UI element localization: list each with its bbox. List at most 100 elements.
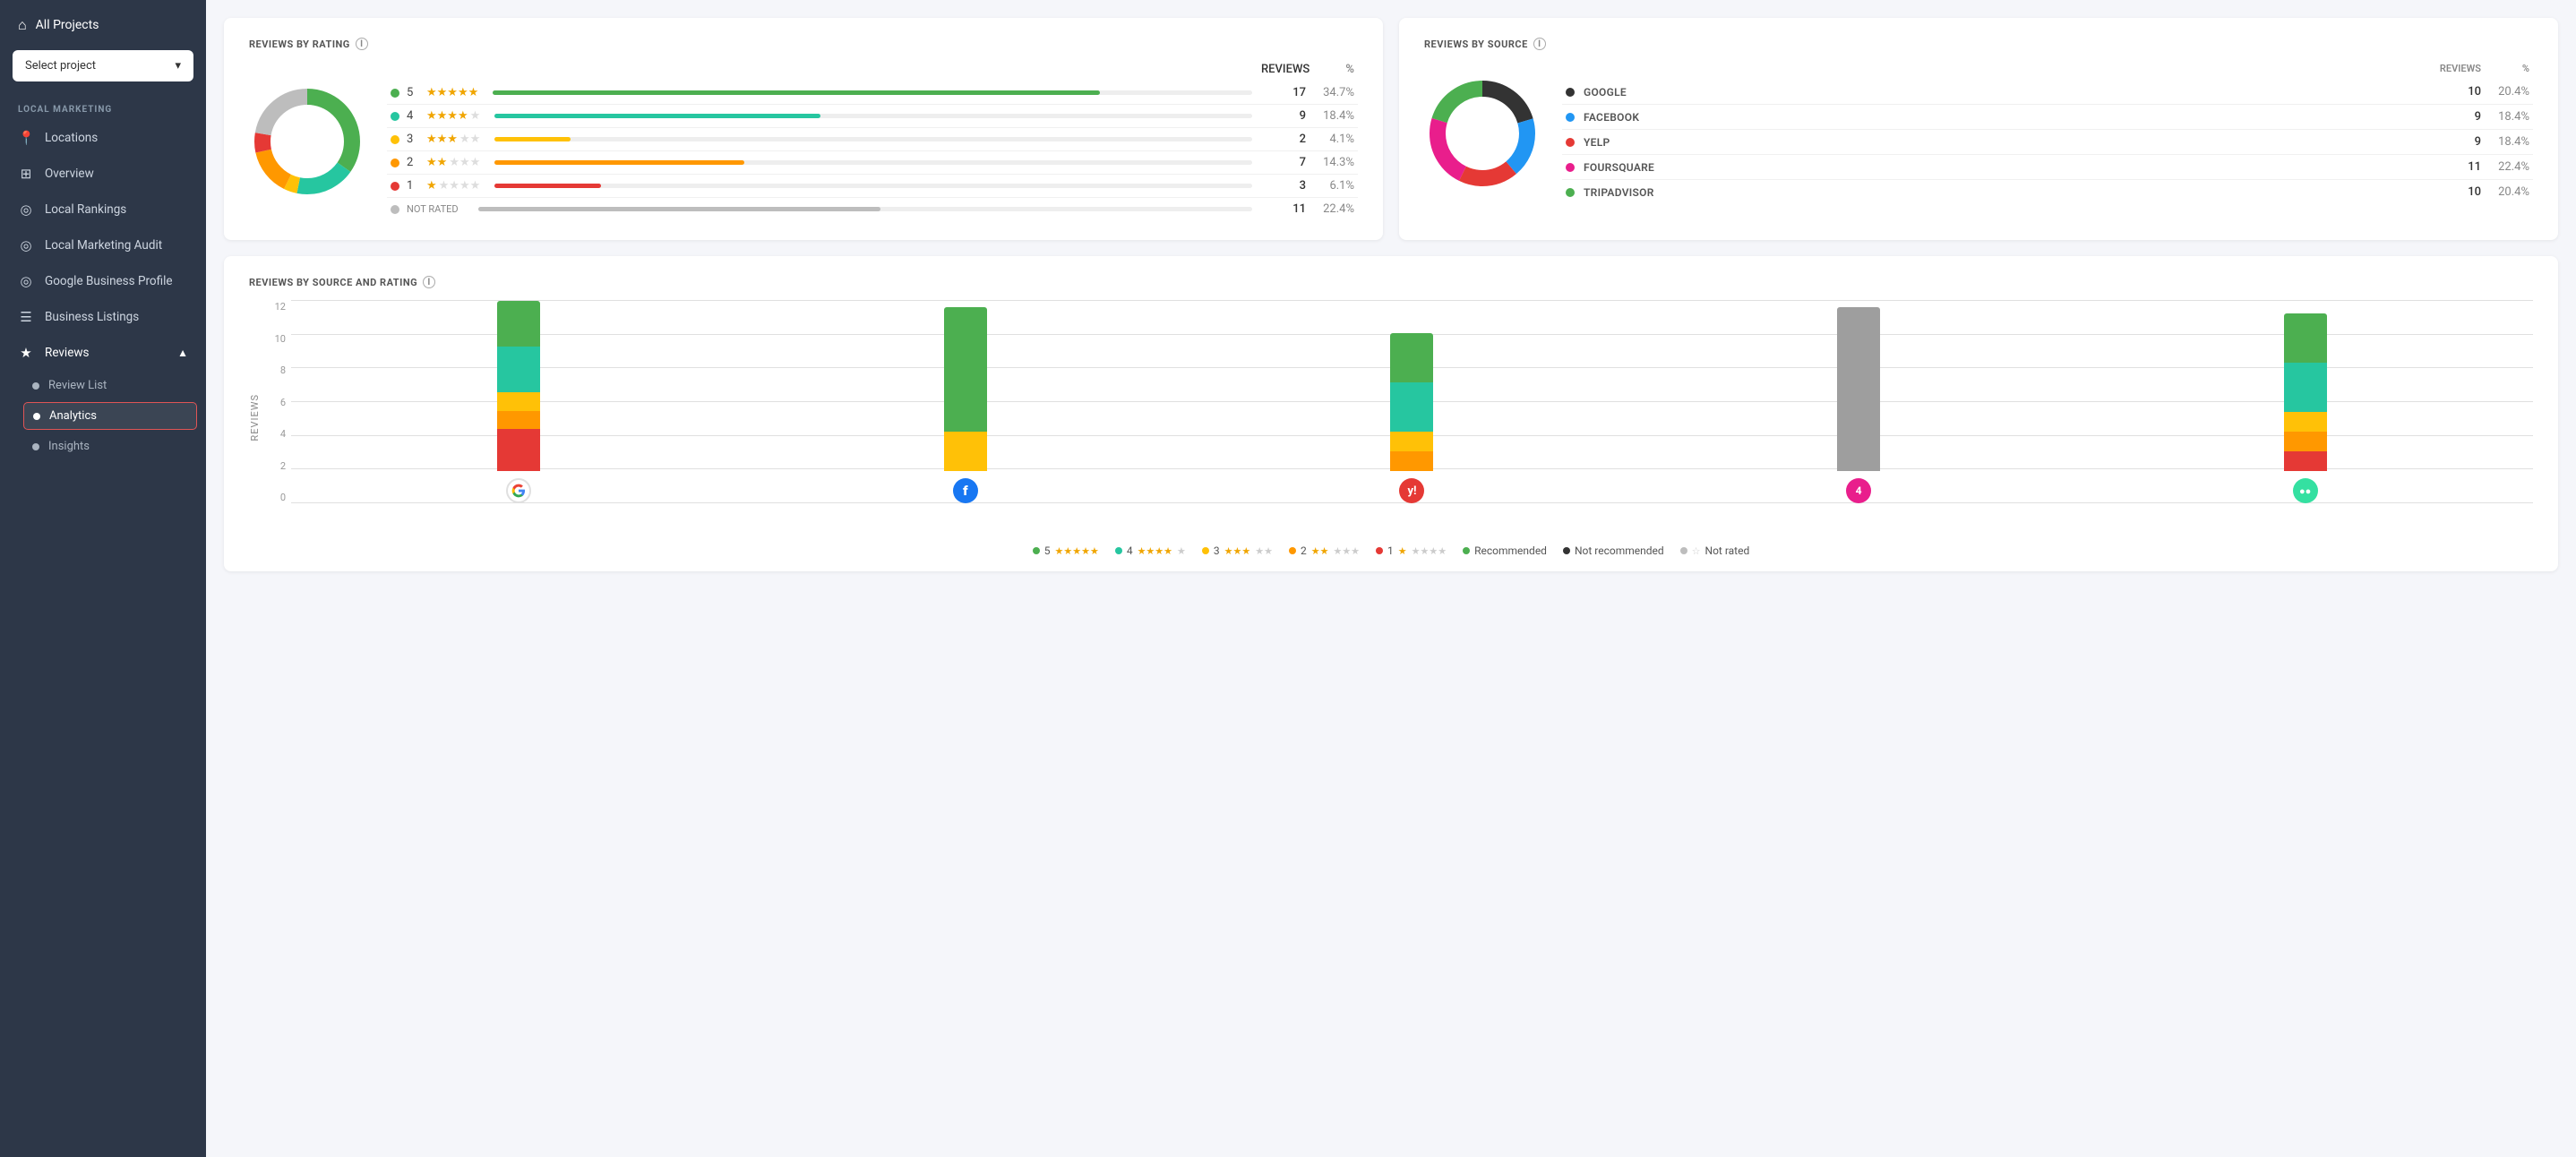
legend-3star-dot bbox=[1202, 547, 1209, 554]
source-donut-chart bbox=[1424, 75, 1541, 192]
sidebar-item-reviews[interactable]: ★ Reviews ▲ bbox=[0, 335, 206, 371]
source-row-facebook: FACEBOOK 9 18.4% bbox=[1562, 105, 2533, 130]
top-cards-row: REVIEWS BY RATING i bbox=[206, 0, 2576, 240]
sidebar-item-locations[interactable]: 📍 Locations bbox=[0, 120, 206, 156]
legend-not-recommended-label: Not recommended bbox=[1575, 544, 1664, 557]
source-donut-svg bbox=[1424, 75, 1541, 192]
source-col-pct-header: % bbox=[2481, 63, 2529, 74]
reviews-by-source-rating-info-icon[interactable]: i bbox=[423, 276, 435, 288]
rating-col-pct-header: % bbox=[1306, 63, 1354, 76]
legend-5star-label: 5 bbox=[1044, 544, 1051, 557]
reviews-by-rating-title: REVIEWS BY RATING i bbox=[249, 38, 1358, 50]
reviews-by-rating-info-icon[interactable]: i bbox=[356, 38, 368, 50]
project-select[interactable]: Select project ▾ bbox=[13, 50, 193, 81]
local-rankings-icon: ◎ bbox=[18, 201, 34, 218]
rating-donut-chart bbox=[249, 83, 365, 200]
yelp-4star-segment bbox=[1390, 382, 1433, 432]
business-listings-icon: ☰ bbox=[18, 309, 34, 325]
facebook-dot bbox=[1566, 113, 1575, 122]
foursquare-stacked-bar bbox=[1837, 307, 1880, 471]
sidebar-item-business-listings[interactable]: ☰ Business Listings bbox=[0, 299, 206, 335]
reviews-by-source-title: REVIEWS BY SOURCE i bbox=[1424, 38, 2533, 50]
legend-1star: 1 ★★★★★ bbox=[1376, 544, 1447, 557]
sidebar-subitem-analytics[interactable]: Analytics bbox=[23, 402, 197, 430]
legend-recommended-dot bbox=[1463, 547, 1470, 554]
tripadvisor-dot bbox=[1566, 188, 1575, 197]
local-marketing-section-label: LOCAL MARKETING bbox=[0, 96, 206, 120]
google-bar-icon bbox=[506, 478, 531, 503]
bar-yelp: y! bbox=[1202, 301, 1622, 503]
rating-1-dot bbox=[391, 182, 399, 191]
sidebar-subitem-insights[interactable]: Insights bbox=[0, 432, 206, 461]
tripadvisor-3star-segment bbox=[2284, 412, 2327, 432]
chart-wrapper: REVIEWS 0 2 4 6 8 10 12 bbox=[249, 301, 2533, 534]
reviews-by-source-info-icon[interactable]: i bbox=[1533, 38, 1546, 50]
sidebar-item-google-business-profile[interactable]: ◎ Google Business Profile bbox=[0, 263, 206, 299]
chevron-down-icon: ▾ bbox=[175, 59, 181, 73]
chart-legend: 5 ★★★★★ 4 ★★★★★ 3 ★★★★★ 2 ★★★★★ 1 ★★ bbox=[249, 544, 2533, 557]
all-projects-label: All Projects bbox=[36, 18, 99, 32]
rating-row-5: 5 ★★★★★ 17 34.7% bbox=[387, 81, 1358, 105]
facebook-5star-segment bbox=[944, 307, 987, 432]
locations-label: Locations bbox=[45, 131, 98, 145]
legend-1star-label: 1 bbox=[1387, 544, 1394, 557]
y-axis-label-wrap: REVIEWS bbox=[249, 301, 264, 534]
sidebar-item-local-marketing-audit[interactable]: ◎ Local Marketing Audit bbox=[0, 227, 206, 263]
google-stacked-bar bbox=[497, 301, 540, 471]
foursquare-dot bbox=[1566, 163, 1575, 172]
tripadvisor-1star-segment bbox=[2284, 451, 2327, 471]
reviews-by-rating-card: REVIEWS BY RATING i bbox=[224, 18, 1383, 240]
legend-recommended: Recommended bbox=[1463, 544, 1547, 557]
legend-not-rated-dot bbox=[1680, 547, 1687, 554]
rating-5-stars: ★★★★★ bbox=[426, 86, 478, 99]
locations-icon: 📍 bbox=[18, 130, 34, 146]
yelp-bar-label: y! bbox=[1399, 478, 1424, 503]
rating-3-dot bbox=[391, 135, 399, 144]
google-5star-segment bbox=[497, 301, 540, 347]
foursquare-notrated-segment bbox=[1837, 307, 1880, 471]
tripadvisor-bar-icon: ●● bbox=[2293, 478, 2318, 503]
source-table: REVIEWS % GOOGLE 10 20.4% FACEBOOK 9 bbox=[1562, 63, 2533, 204]
reviews-by-source-rating-card: REVIEWS BY SOURCE AND RATING i REVIEWS 0… bbox=[224, 256, 2558, 571]
legend-recommended-label: Recommended bbox=[1474, 544, 1547, 557]
rating-donut-svg bbox=[249, 83, 365, 200]
analytics-label: Analytics bbox=[49, 409, 97, 423]
tripadvisor-bar-label: ●● bbox=[2293, 478, 2318, 503]
foursquare-bar-label: 4 bbox=[1846, 478, 1871, 503]
sidebar-subitem-review-list[interactable]: Review List bbox=[0, 371, 206, 400]
google-1star-segment bbox=[497, 429, 540, 471]
rating-col-reviews-header: REVIEWS bbox=[1261, 63, 1306, 76]
legend-not-rated: ☆ Not rated bbox=[1680, 544, 1750, 557]
bar-foursquare: 4 bbox=[1649, 301, 2069, 503]
review-list-dot bbox=[32, 382, 39, 390]
legend-2star-label: 2 bbox=[1301, 544, 1307, 557]
facebook-bar-icon: f bbox=[953, 478, 978, 503]
legend-1star-dot bbox=[1376, 547, 1383, 554]
sidebar-item-overview[interactable]: ⊞ Overview bbox=[0, 156, 206, 192]
sidebar: ⌂ All Projects Select project ▾ LOCAL MA… bbox=[0, 0, 206, 1157]
y-axis-ticks: 0 2 4 6 8 10 12 bbox=[268, 301, 286, 534]
yelp-5star-segment bbox=[1390, 333, 1433, 382]
rating-1-stars: ★★★★★ bbox=[426, 179, 480, 193]
business-listings-label: Business Listings bbox=[45, 310, 139, 324]
source-col-reviews-header: REVIEWS bbox=[2436, 63, 2481, 74]
legend-not-rated-label: Not rated bbox=[1705, 544, 1750, 557]
overview-label: Overview bbox=[45, 167, 94, 181]
rating-table: REVIEWS % 5 ★★★★★ 17 34.7% bbox=[387, 63, 1358, 220]
rating-not-rated-dot bbox=[391, 205, 399, 214]
rating-4-stars: ★★★★★ bbox=[426, 109, 480, 123]
source-row-yelp: YELP 9 18.4% bbox=[1562, 130, 2533, 155]
rating-2-stars: ★★★★★ bbox=[426, 156, 480, 169]
legend-4star: 4 ★★★★★ bbox=[1115, 544, 1186, 557]
all-projects-link[interactable]: ⌂ All Projects bbox=[0, 0, 206, 50]
rating-row-not-rated: NOT RATED 11 22.4% bbox=[387, 198, 1358, 220]
rating-5-dot bbox=[391, 89, 399, 98]
legend-4star-dot bbox=[1115, 547, 1122, 554]
yelp-3star-segment bbox=[1390, 432, 1433, 451]
rating-4-dot bbox=[391, 112, 399, 121]
source-row-tripadvisor: TRIPADVISOR 10 20.4% bbox=[1562, 180, 2533, 204]
legend-3star: 3 ★★★★★ bbox=[1202, 544, 1273, 557]
google-3star-segment bbox=[497, 392, 540, 410]
legend-2star-dot bbox=[1289, 547, 1296, 554]
sidebar-item-local-rankings[interactable]: ◎ Local Rankings bbox=[0, 192, 206, 227]
